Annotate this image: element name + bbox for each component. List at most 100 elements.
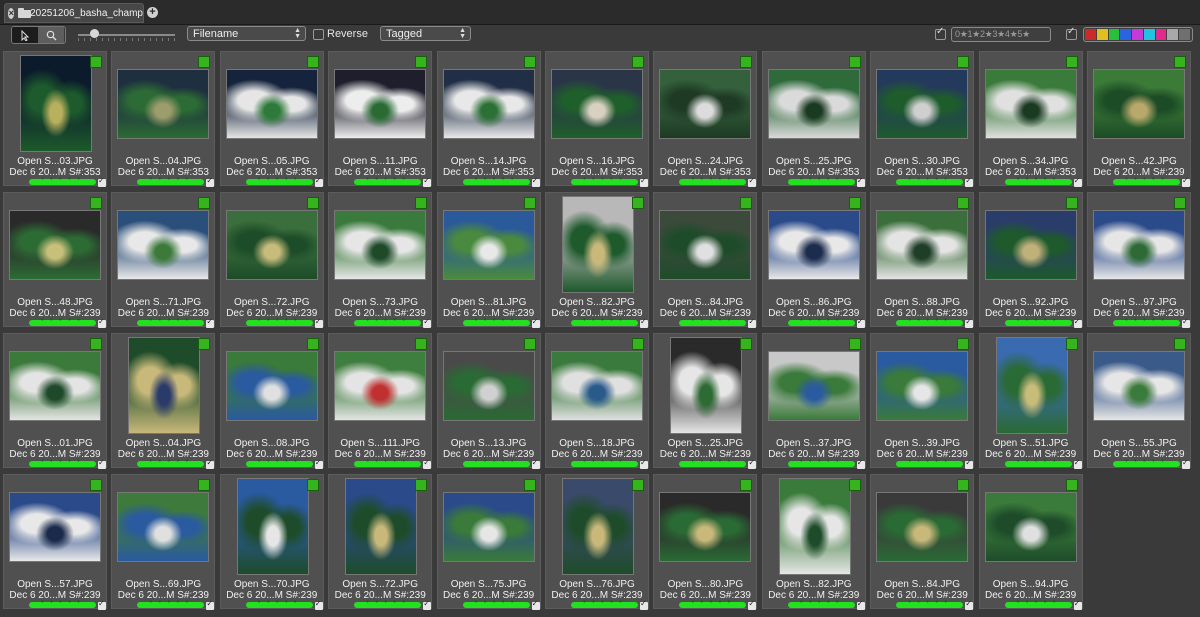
photo-checkbox[interactable] [965,458,974,469]
color-label-bar[interactable] [571,597,638,608]
color-label-bar[interactable] [462,174,530,185]
color-label-bar[interactable] [787,174,855,185]
photo-thumbnail[interactable] [117,492,210,562]
color-label-bar[interactable] [571,174,638,185]
color-label-bar[interactable] [679,456,747,467]
color-label-bar[interactable] [1004,174,1072,185]
photo-cell[interactable]: Open S...16.JPG Dec 6 20...M S#:353 [545,51,649,187]
photo-thumbnail[interactable] [334,351,427,421]
color-label-bar[interactable] [29,456,96,467]
tagged-indicator[interactable] [740,338,753,350]
color-label-bar[interactable] [679,597,747,608]
photo-thumbnail[interactable] [334,69,427,139]
color-label-bar[interactable] [896,456,964,467]
photo-thumbnail[interactable] [20,55,92,152]
photo-cell[interactable]: Open S...86.JPG Dec 6 20...M S#:239 [761,192,866,328]
photo-thumbnail[interactable] [659,492,752,562]
photo-cell[interactable]: Open S...82.JPG Dec 6 20...M S#:239 [761,474,866,610]
slider-knob[interactable] [90,29,99,38]
tagged-indicator[interactable] [415,338,428,350]
photo-checkbox[interactable] [98,599,106,610]
tagged-indicator[interactable] [523,56,536,68]
color-label-bar[interactable] [245,315,313,326]
tagged-indicator[interactable] [523,197,536,209]
tagged-indicator[interactable] [957,479,970,491]
color-label-bar[interactable] [245,456,313,467]
tagged-indicator[interactable] [415,197,428,209]
browser-tab[interactable]: × 20251206_basha_champ [4,3,144,23]
photo-thumbnail[interactable] [984,492,1077,562]
photo-checkbox[interactable] [98,176,106,187]
photo-cell[interactable]: Open S...51.JPG Dec 6 20...M S#:239 [978,333,1083,469]
photo-thumbnail[interactable] [551,351,643,421]
color-label-bar[interactable] [787,456,855,467]
photo-thumbnail[interactable] [659,210,752,280]
color-label-bar[interactable] [787,315,855,326]
photo-cell[interactable]: Open S...01.JPG Dec 6 20...M S#:239 [3,333,107,469]
photo-checkbox[interactable] [531,317,540,328]
photo-thumbnail[interactable] [128,337,201,434]
photo-checkbox[interactable] [98,458,106,469]
color-swatch[interactable] [1085,29,1096,40]
photo-checkbox[interactable] [640,599,648,610]
photo-thumbnail[interactable] [225,351,318,421]
color-swatch[interactable] [1155,29,1167,40]
photo-cell[interactable]: Open S...94.JPG Dec 6 20...M S#:239 [978,474,1083,610]
color-label-bar[interactable] [1004,315,1072,326]
photo-checkbox[interactable] [965,599,974,610]
photo-checkbox[interactable] [98,317,106,328]
tagged-indicator[interactable] [415,56,428,68]
color-label-bar[interactable] [1004,597,1072,608]
tagged-indicator[interactable] [1065,338,1078,350]
photo-cell[interactable]: Open S...70.JPG Dec 6 20...M S#:239 [219,474,324,610]
photo-thumbnail[interactable] [562,478,634,575]
photo-thumbnail[interactable] [984,69,1077,139]
tagged-indicator[interactable] [1174,56,1186,68]
tagged-indicator[interactable] [198,197,211,209]
photo-cell[interactable]: Open S...03.JPG Dec 6 20...M S#:353 [3,51,107,187]
photo-cell[interactable]: Open S...11.JPG Dec 6 20...M S#:353 [328,51,433,187]
photo-thumbnail[interactable] [334,210,427,280]
photo-thumbnail[interactable] [659,69,752,139]
photo-cell[interactable]: Open S...30.JPG Dec 6 20...M S#:353 [870,51,975,187]
photo-checkbox[interactable] [1182,317,1190,328]
photo-checkbox[interactable] [423,458,432,469]
photo-thumbnail[interactable] [442,210,535,280]
photo-cell[interactable]: Open S...08.JPG Dec 6 20...M S#:239 [219,333,324,469]
color-label-bar[interactable] [245,174,313,185]
tagged-indicator[interactable] [848,479,861,491]
photo-checkbox[interactable] [1073,458,1082,469]
tagged-indicator[interactable] [198,56,211,68]
color-label-bar[interactable] [571,456,638,467]
photo-cell[interactable]: Open S...71.JPG Dec 6 20...M S#:239 [111,192,216,328]
photo-cell[interactable]: Open S...81.JPG Dec 6 20...M S#:239 [436,192,541,328]
select-tool-button[interactable] [12,27,38,43]
tagged-indicator[interactable] [198,479,211,491]
photo-thumbnail[interactable] [876,69,969,139]
tagged-indicator[interactable] [1174,197,1186,209]
color-label-bar[interactable] [1113,315,1180,326]
photo-cell[interactable]: Open S...73.JPG Dec 6 20...M S#:239 [328,192,433,328]
tagged-indicator[interactable] [848,197,861,209]
photo-cell[interactable]: Open S...24.JPG Dec 6 20...M S#:353 [653,51,758,187]
photo-thumbnail[interactable] [442,492,535,562]
tagged-indicator[interactable] [632,479,644,491]
photo-checkbox[interactable] [206,458,215,469]
photo-checkbox[interactable] [423,176,432,187]
photo-checkbox[interactable] [965,317,974,328]
photo-thumbnail[interactable] [670,337,743,434]
photo-checkbox[interactable] [856,599,865,610]
reverse-checkbox[interactable] [313,29,324,40]
photo-cell[interactable]: Open S...84.JPG Dec 6 20...M S#:239 [870,474,975,610]
photo-thumbnail[interactable] [345,478,418,575]
photo-cell[interactable]: Open S...111.JPG Dec 6 20...M S#:239 [328,333,433,469]
photo-checkbox[interactable] [1073,317,1082,328]
color-label-bar[interactable] [354,315,422,326]
tagged-indicator[interactable] [957,56,970,68]
photo-cell[interactable]: Open S...92.JPG Dec 6 20...M S#:239 [978,192,1083,328]
photo-thumbnail[interactable] [9,351,101,421]
color-label-bar[interactable] [137,456,205,467]
tagged-indicator[interactable] [740,56,753,68]
tagged-indicator[interactable] [90,197,102,209]
photo-thumbnail[interactable] [562,196,634,293]
